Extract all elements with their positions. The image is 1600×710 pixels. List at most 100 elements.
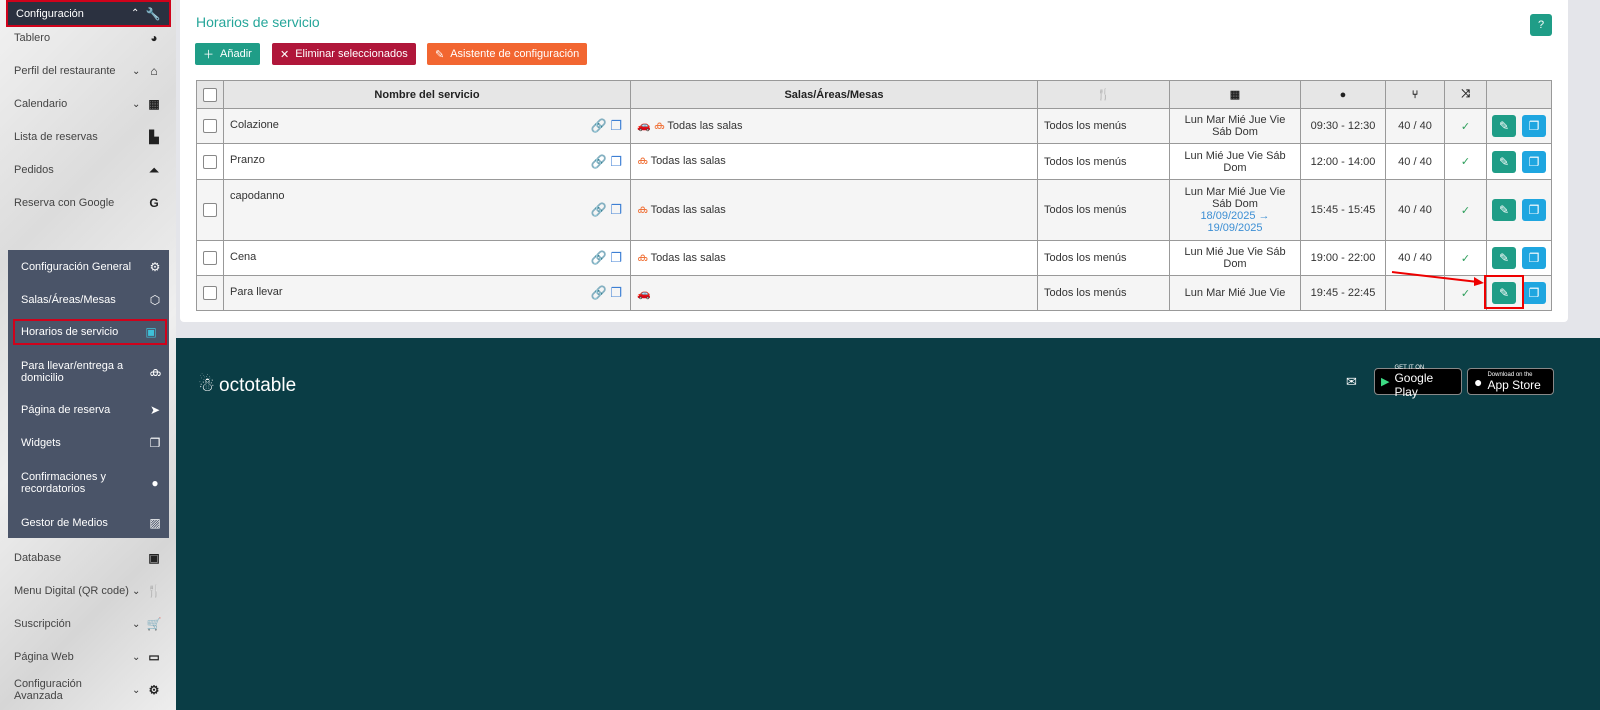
footer: ☃ octotable ✉ ▶ GET IT ON Google Play ● Down… <box>176 338 1600 710</box>
row-checkbox[interactable] <box>203 251 217 265</box>
salas-value: Todas las salas <box>650 251 726 264</box>
menus-value: Todos los menús <box>1037 179 1170 241</box>
email-icon[interactable]: ✉ <box>1346 374 1357 390</box>
duplicate-button[interactable]: ❐ <box>1522 247 1546 269</box>
image-icon: ▨ <box>149 516 161 530</box>
bicycle-icon: ക <box>637 203 648 216</box>
link-icon[interactable]: 🔗 <box>591 154 607 169</box>
duplicate-button[interactable]: ❐ <box>1522 115 1546 137</box>
car-icon: 🚗 <box>637 287 651 300</box>
duplicate-button[interactable]: ❐ <box>1522 150 1546 173</box>
link-icon[interactable]: 🔗 <box>591 250 607 265</box>
service-name: capodanno <box>230 190 285 202</box>
chevron-down-icon: ⌄ <box>132 585 141 597</box>
calendar-check-icon: ▣ <box>145 325 157 339</box>
copy-icon[interactable]: ❐ <box>610 285 622 300</box>
sidebar-item-horarios-de-servicio[interactable]: Horarios de servicio ▣ <box>13 319 167 345</box>
sidebar-item-para-llevar-entrega-a-domicilio[interactable]: Para llevar/entrega a domicilio ക <box>8 350 169 394</box>
gears-icon: ⚙ <box>148 683 160 697</box>
time-value: 12:00 - 14:00 <box>1300 143 1386 180</box>
shuffle-icon: ⤨ <box>1444 80 1487 109</box>
play-icon: ▶ <box>1381 376 1390 388</box>
chevron-down-icon: ⌄ <box>132 684 141 696</box>
sidebar-item-configuraci-n-general[interactable]: Configuración General ⚙ <box>8 254 169 280</box>
edit-button[interactable]: ✎ <box>1492 247 1516 269</box>
menus-value: Todos los menús <box>1037 143 1170 180</box>
col-name: Nombre del servicio <box>223 80 631 109</box>
service-name: Colazione <box>230 119 279 131</box>
chef-icon: ☃ <box>198 375 216 396</box>
sidebar-item-widgets[interactable]: Widgets ❐ <box>8 430 169 456</box>
sidebar-item-menu-digital-qr-code-[interactable]: Menu Digital (QR code) ⌄ 🍴 <box>0 578 176 604</box>
days-value: Lun Mar Mié Jue Vie <box>1184 287 1286 299</box>
car-icon: 🚗 <box>637 120 651 132</box>
select-all-checkbox[interactable] <box>203 87 217 102</box>
sidebar-item-perfil-del-restaurante[interactable]: Perfil del restaurante ⌄ ⌂ <box>0 58 176 84</box>
row-checkbox[interactable] <box>203 119 217 133</box>
capacity-value: 40 / 40 <box>1385 108 1445 144</box>
wrench-icon: 🔧 <box>145 6 161 21</box>
sidebar-item-gestor-de-medios[interactable]: Gestor de Medios ▨ <box>8 510 169 536</box>
sidebar-item-configuraci-n[interactable]: Configuración ⌃ 🔧 <box>6 0 171 27</box>
row-checkbox[interactable] <box>203 154 217 169</box>
app-store-badge[interactable]: ● Download on the App Store <box>1467 368 1554 395</box>
row-checkbox[interactable] <box>203 286 217 300</box>
octotable-logo: ☃ octotable <box>198 374 297 397</box>
wizard-button[interactable]: ✎ Asistente de configuración <box>427 43 588 65</box>
edit-button[interactable]: ✎ <box>1492 150 1516 173</box>
menus-value: Todos los menús <box>1037 275 1170 311</box>
pointer-icon: ➤ <box>149 403 161 417</box>
time-value: 19:45 - 22:45 <box>1300 275 1386 311</box>
days-value: Lun Mié Jue Vie Sáb Dom <box>1184 246 1286 270</box>
sidebar-item-lista-de-reservas[interactable]: Lista de reservas ▙ <box>0 124 176 150</box>
sidebar-item-configuraci-n-avanzada[interactable]: Configuración Avanzada ⌄ ⚙ <box>0 677 176 703</box>
chair-icon: ⑂ <box>1385 80 1445 109</box>
duplicate-button[interactable]: ❐ <box>1522 199 1546 221</box>
chat-icon: ● <box>151 476 159 490</box>
time-value: 09:30 - 12:30 <box>1300 108 1386 144</box>
row-checkbox[interactable] <box>203 203 217 217</box>
sidebar-item-salas-reas-mesas[interactable]: Salas/Áreas/Mesas ⬡ <box>8 287 169 313</box>
help-button[interactable]: ? <box>1530 14 1552 36</box>
copy-icon[interactable]: ❐ <box>610 202 622 217</box>
windows-icon: ❐ <box>149 436 161 450</box>
sidebar-item-pedidos[interactable]: Pedidos ⏶ <box>0 157 176 183</box>
delete-selected-button[interactable]: ✕ Eliminar seleccionados <box>272 43 416 65</box>
service-name: Para llevar <box>230 286 283 298</box>
days-value: Lun Mar Mié Jue Vie Sáb Dom <box>1184 186 1286 210</box>
service-name: Cena <box>230 251 257 263</box>
sidebar-item-tablero[interactable]: Tablero ◕ <box>0 25 176 51</box>
monitor-icon: ▭ <box>148 650 160 664</box>
copy-icon[interactable]: ❐ <box>610 118 622 133</box>
date-range: 18/09/2025 → 19/09/2025 <box>1200 210 1270 234</box>
check-icon: ✓ <box>1444 143 1487 180</box>
sidebar-item-confirmaciones-y-recordatorios[interactable]: Confirmaciones y recordatorios ● <box>8 458 169 508</box>
sidebar-item-database[interactable]: Database ▣ <box>0 545 176 571</box>
sidebar-item-calendario[interactable]: Calendario ⌄ ▦ <box>0 91 176 117</box>
link-icon[interactable]: 🔗 <box>591 118 607 133</box>
time-value: 15:45 - 15:45 <box>1300 179 1386 241</box>
google-play-badge[interactable]: ▶ GET IT ON Google Play <box>1374 365 1462 399</box>
copy-icon[interactable]: ❐ <box>610 250 622 265</box>
sidebar-item-p-gina-web[interactable]: Página Web ⌄ ▭ <box>0 644 176 670</box>
copy-icon[interactable]: ❐ <box>610 154 622 169</box>
check-icon: ✓ <box>1444 179 1487 241</box>
edit-button[interactable]: ✎ <box>1492 115 1516 137</box>
duplicate-button[interactable]: ❐ <box>1522 282 1546 304</box>
service-name: Pranzo <box>230 154 265 166</box>
sidebar-item-p-gina-de-reserva[interactable]: Página de reserva ➤ <box>8 397 169 423</box>
add-button[interactable]: ＋ Añadir <box>195 43 260 65</box>
annotation-highlight <box>1484 275 1524 309</box>
link-icon[interactable]: 🔗 <box>591 202 607 217</box>
sidebar-item-reserva-con-google[interactable]: Reserva con Google G <box>0 190 176 216</box>
days-value: Lun Mar Mié Jue Vie Sáb Dom <box>1184 114 1286 138</box>
page-title: Horarios de servicio <box>196 14 320 30</box>
menus-value: Todos los menús <box>1037 240 1170 276</box>
sidebar-item-suscripci-n[interactable]: Suscripción ⌄ 🛒 <box>0 611 176 637</box>
home-icon: ⌂ <box>150 64 158 78</box>
utensils-icon: 🍴 <box>1037 80 1170 109</box>
days-value: Lun Mié Jue Vie Sáb Dom <box>1184 149 1286 174</box>
contact-icon: ▣ <box>148 551 160 565</box>
edit-button[interactable]: ✎ <box>1492 199 1516 221</box>
link-icon[interactable]: 🔗 <box>591 285 607 300</box>
